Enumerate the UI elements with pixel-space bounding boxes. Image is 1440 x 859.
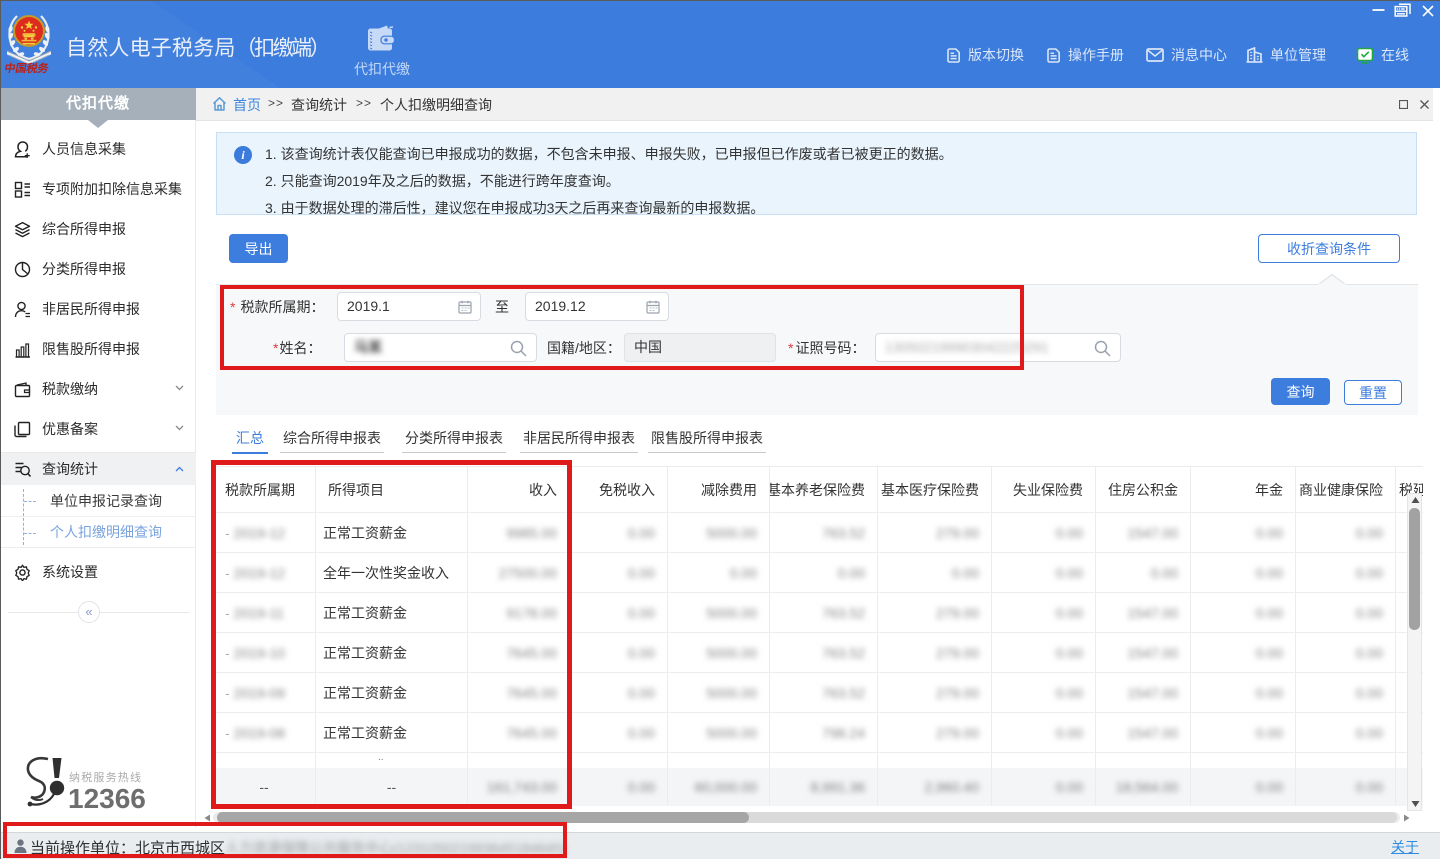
svg-text:中国税务: 中国税务	[4, 61, 51, 75]
